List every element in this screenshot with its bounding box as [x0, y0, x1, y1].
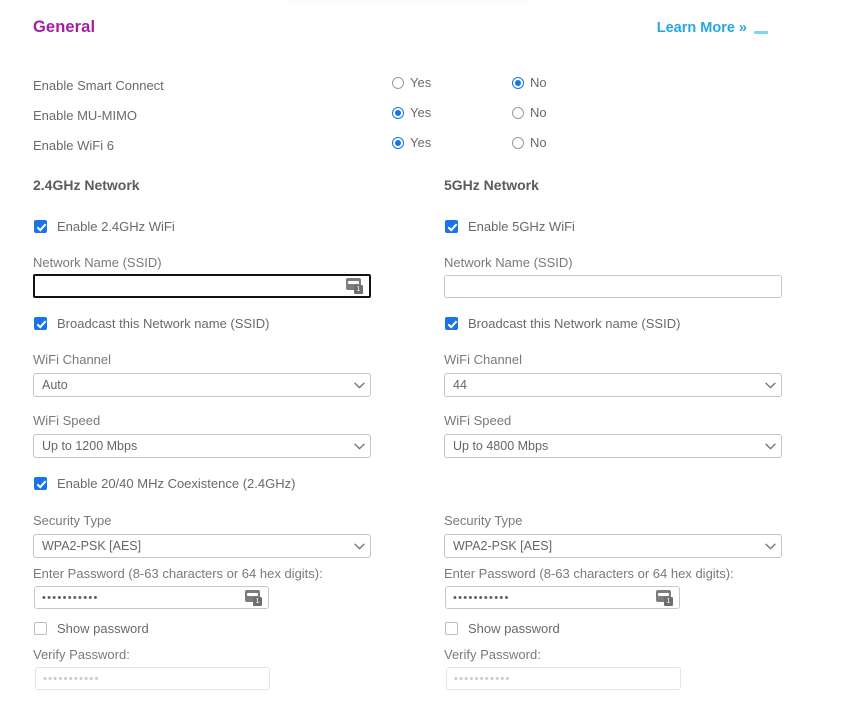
pm-icon-dots	[348, 281, 359, 284]
chevron-down-icon	[348, 382, 370, 389]
pm-icon-dots	[247, 593, 258, 596]
page-title: General	[33, 18, 95, 37]
row-enable-wifi-6: Enable WiFi 6 Yes No	[0, 136, 852, 158]
radio-smart-connect-yes[interactable]: Yes	[392, 76, 431, 90]
checkbox-icon	[34, 317, 47, 330]
chevron-down-icon	[759, 382, 781, 389]
pm-icon-badge: 1	[354, 285, 363, 294]
radio-icon	[512, 107, 524, 119]
radio-smart-connect-no[interactable]: No	[512, 76, 547, 90]
label-security-type-5ghz: Security Type	[444, 513, 523, 528]
radio-label: No	[530, 136, 547, 150]
checkbox-show-password-24ghz[interactable]: Show password	[34, 619, 149, 637]
minus-icon[interactable]	[754, 31, 768, 34]
row-label: Enable WiFi 6	[33, 138, 114, 153]
row-label: Enable MU-MIMO	[33, 108, 137, 123]
radio-label: Yes	[410, 136, 431, 150]
label-password-24ghz: Enter Password (8-63 characters or 64 he…	[33, 566, 323, 581]
select-value: Up to 4800 Mbps	[445, 439, 759, 453]
learn-more-link[interactable]: Learn More »	[657, 20, 747, 36]
general-section-header: General Learn More »	[0, 18, 852, 52]
checkbox-label: Enable 5GHz WiFi	[468, 219, 575, 234]
radio-icon	[392, 107, 404, 119]
password-manager-icon[interactable]: 1	[346, 278, 363, 294]
pm-icon-badge: 1	[664, 597, 673, 606]
chevron-down-icon	[759, 443, 781, 450]
select-value: Auto	[34, 378, 348, 392]
band-title-5ghz: 5GHz Network	[444, 177, 539, 193]
label-ssid-24ghz: Network Name (SSID)	[33, 255, 162, 270]
row-enable-mu-mimo: Enable MU-MIMO Yes No	[0, 106, 852, 128]
radio-label: Yes	[410, 76, 431, 90]
radio-label: Yes	[410, 106, 431, 120]
select-value: 44	[445, 378, 759, 392]
checkbox-broadcast-ssid-24ghz[interactable]: Broadcast this Network name (SSID)	[34, 314, 269, 332]
pm-icon-badge: 1	[253, 597, 262, 606]
input-verify-password-24ghz[interactable]: •••••••••••	[35, 667, 270, 690]
checkbox-broadcast-ssid-5ghz[interactable]: Broadcast this Network name (SSID)	[445, 314, 680, 332]
checkbox-icon	[34, 622, 47, 635]
radio-wifi6-yes[interactable]: Yes	[392, 136, 431, 150]
chevron-down-icon	[759, 543, 781, 550]
checkbox-show-password-5ghz[interactable]: Show password	[445, 619, 560, 637]
pm-icon-dots	[658, 593, 669, 596]
checkbox-label: Show password	[468, 621, 560, 636]
radio-label: No	[530, 106, 547, 120]
checkbox-icon	[34, 220, 47, 233]
checkbox-enable-24ghz-wifi[interactable]: Enable 2.4GHz WiFi	[34, 217, 175, 235]
checkbox-enable-5ghz-wifi[interactable]: Enable 5GHz WiFi	[445, 217, 575, 235]
checkbox-icon	[445, 622, 458, 635]
radio-icon	[512, 77, 524, 89]
password-manager-icon[interactable]: 1	[245, 590, 262, 606]
label-security-type-24ghz: Security Type	[33, 513, 112, 528]
select-wifi-channel-5ghz[interactable]: 44	[444, 373, 782, 397]
select-wifi-channel-24ghz[interactable]: Auto	[33, 373, 371, 397]
checkbox-coexistence-24ghz[interactable]: Enable 20/40 MHz Coexistence (2.4GHz)	[34, 474, 295, 492]
input-password-24ghz[interactable]: •••••••••••	[34, 586, 269, 609]
label-ssid-5ghz: Network Name (SSID)	[444, 255, 573, 270]
label-verify-password-24ghz: Verify Password:	[33, 647, 130, 662]
checkbox-icon	[34, 477, 47, 490]
radio-label: No	[530, 76, 547, 90]
label-wifi-channel-24ghz: WiFi Channel	[33, 352, 111, 367]
input-verify-password-5ghz[interactable]: •••••••••••	[446, 667, 681, 690]
checkbox-icon	[445, 220, 458, 233]
band-title-24ghz: 2.4GHz Network	[33, 177, 140, 193]
radio-wifi6-no[interactable]: No	[512, 136, 547, 150]
checkbox-label: Show password	[57, 621, 149, 636]
radio-icon	[392, 77, 404, 89]
label-wifi-speed-5ghz: WiFi Speed	[444, 413, 511, 428]
radio-icon	[512, 137, 524, 149]
select-value: WPA2-PSK [AES]	[34, 539, 348, 553]
row-enable-smart-connect: Enable Smart Connect Yes No	[0, 76, 852, 98]
chevron-down-icon	[348, 543, 370, 550]
checkbox-icon	[445, 317, 458, 330]
input-ssid-24ghz[interactable]	[33, 274, 371, 298]
label-wifi-channel-5ghz: WiFi Channel	[444, 352, 522, 367]
label-password-5ghz: Enter Password (8-63 characters or 64 he…	[444, 566, 734, 581]
select-wifi-speed-24ghz[interactable]: Up to 1200 Mbps	[33, 434, 371, 458]
checkbox-label: Broadcast this Network name (SSID)	[468, 316, 680, 331]
input-password-5ghz[interactable]: •••••••••••	[445, 586, 680, 609]
chevron-down-icon	[348, 443, 370, 450]
radio-icon	[392, 137, 404, 149]
select-value: WPA2-PSK [AES]	[445, 539, 759, 553]
label-wifi-speed-24ghz: WiFi Speed	[33, 413, 100, 428]
checkbox-label: Enable 2.4GHz WiFi	[57, 219, 175, 234]
top-edge-band	[287, 0, 527, 4]
wifi-settings-page: General Learn More » Enable Smart Connec…	[0, 0, 852, 704]
radio-mu-mimo-no[interactable]: No	[512, 106, 547, 120]
radio-mu-mimo-yes[interactable]: Yes	[392, 106, 431, 120]
select-value: Up to 1200 Mbps	[34, 439, 348, 453]
select-wifi-speed-5ghz[interactable]: Up to 4800 Mbps	[444, 434, 782, 458]
checkbox-label: Broadcast this Network name (SSID)	[57, 316, 269, 331]
select-security-type-24ghz[interactable]: WPA2-PSK [AES]	[33, 534, 371, 558]
password-manager-icon[interactable]: 1	[656, 590, 673, 606]
checkbox-label: Enable 20/40 MHz Coexistence (2.4GHz)	[57, 476, 295, 491]
input-ssid-5ghz[interactable]	[444, 275, 782, 298]
row-label: Enable Smart Connect	[33, 78, 164, 93]
select-security-type-5ghz[interactable]: WPA2-PSK [AES]	[444, 534, 782, 558]
label-verify-password-5ghz: Verify Password:	[444, 647, 541, 662]
